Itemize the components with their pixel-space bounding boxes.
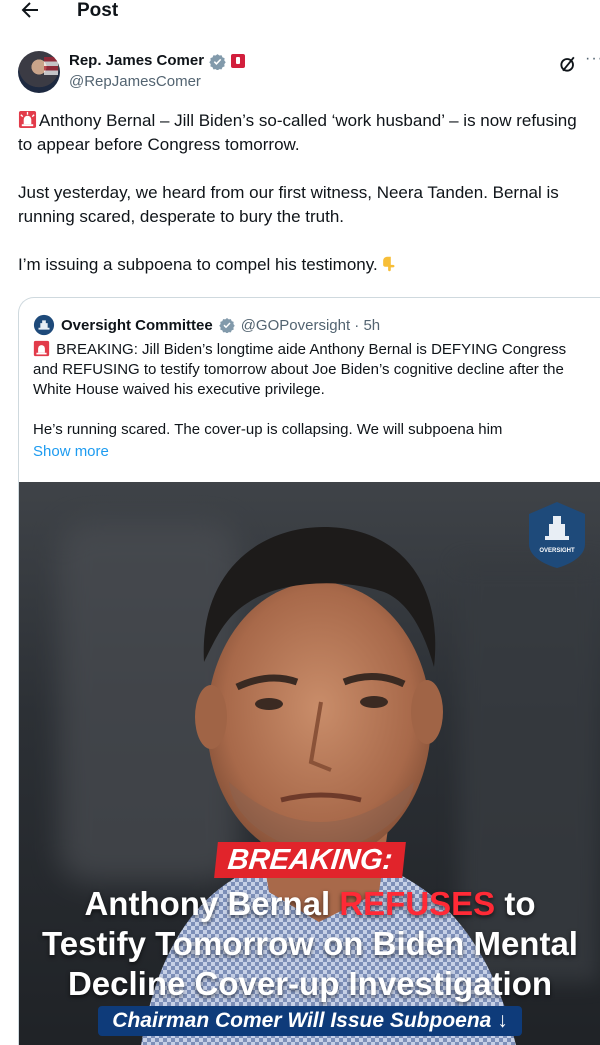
headline-line-3: Decline Cover-up Investigation: [67, 965, 553, 1002]
author-name[interactable]: Rep. James Comer: [69, 52, 204, 70]
pointing-down-icon: [382, 256, 395, 272]
top-bar: Post: [0, 0, 600, 28]
image-overlay-text: BREAKING: Anthony Bernal REFUSES to Test…: [19, 842, 600, 1036]
more-icon[interactable]: ···: [585, 50, 600, 68]
author-name-row: Rep. James Comer: [69, 52, 246, 70]
headline-line-1-a: Anthony Bernal: [84, 885, 340, 922]
verified-icon: [218, 318, 235, 333]
tweet-text: Anthony Bernal – Jill Biden’s so-called …: [18, 109, 583, 277]
tweet-paragraph-1-text: Anthony Bernal – Jill Biden’s so-called …: [18, 111, 577, 154]
quoted-tweet-header: Oversight Committee @GOPoversight · 5h: [33, 314, 380, 336]
quoted-handle-time: @GOPoversight · 5h: [240, 316, 381, 334]
quoted-paragraph-2: He’s running scared. The cover-up is col…: [33, 421, 503, 438]
quoted-tweet[interactable]: Oversight Committee @GOPoversight · 5h B…: [18, 297, 600, 1045]
headline-line-1-b: to: [495, 885, 536, 922]
quoted-paragraph-1: BREAKING: Jill Biden’s longtime aide Ant…: [33, 340, 593, 400]
quoted-tweet-text: BREAKING: Jill Biden’s longtime aide Ant…: [33, 340, 593, 460]
flag-badge-icon: [231, 54, 246, 68]
tweet-paragraph-3-text: I’m issuing a subpoena to compel his tes…: [18, 255, 378, 274]
avatar[interactable]: [18, 51, 60, 93]
oversight-logo-icon: [33, 314, 55, 336]
quoted-author-name[interactable]: Oversight Committee: [61, 317, 213, 334]
seal-text: OVERSIGHT: [539, 548, 575, 554]
tweet-header: Rep. James Comer @RepJamesComer ···: [0, 48, 600, 98]
quoted-paragraph-1-text: BREAKING: Jill Biden’s longtime aide Ant…: [33, 341, 567, 398]
breaking-banner: BREAKING:: [213, 842, 407, 878]
siren-icon: [33, 340, 50, 357]
headline-red-word: REFUSES: [339, 885, 496, 922]
tweet-paragraph-3: I’m issuing a subpoena to compel his tes…: [18, 253, 583, 277]
show-more-link[interactable]: Show more: [33, 443, 109, 460]
author-handle[interactable]: @RepJamesComer: [69, 73, 201, 91]
back-arrow-icon[interactable]: [18, 0, 42, 22]
tweet-paragraph-2: Just yesterday, we heard from our first …: [18, 183, 559, 226]
headline-line-2: Testify Tomorrow on Biden Mental: [42, 925, 578, 962]
page-title: Post: [77, 0, 119, 21]
grok-icon[interactable]: [558, 54, 578, 74]
oversight-seal-icon: OVERSIGHT: [529, 502, 585, 568]
tweet-paragraph-1: Anthony Bernal – Jill Biden’s so-called …: [18, 109, 583, 157]
headline-line-1: Anthony Bernal REFUSES to: [19, 884, 600, 924]
subpoena-banner: Chairman Comer Will Issue Subpoena ↓: [98, 1006, 522, 1036]
image-headline: Anthony Bernal REFUSES to Testify Tomorr…: [19, 884, 600, 1004]
quoted-image[interactable]: OVERSIGHT BREAKING: Anthony Bernal REFUS…: [19, 482, 600, 1045]
verified-icon: [209, 53, 226, 70]
siren-icon: [18, 110, 37, 129]
